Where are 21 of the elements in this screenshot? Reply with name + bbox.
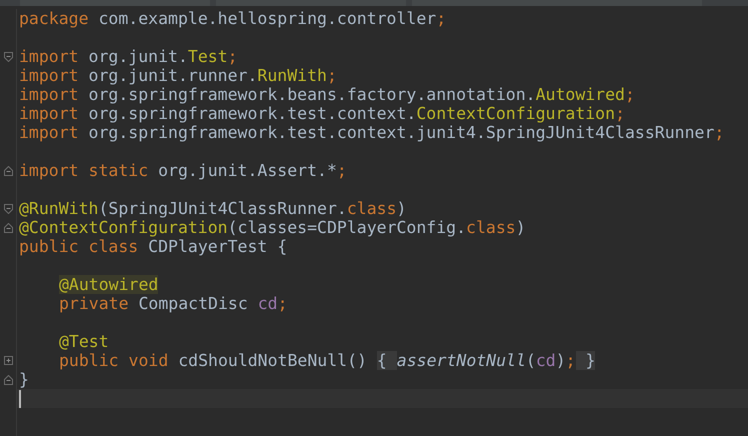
code-line: }: [19, 370, 29, 389]
fold-icon[interactable]: [4, 222, 12, 232]
code-line: @RunWith(SpringJUnit4ClassRunner.class): [19, 199, 406, 218]
text-cursor: [19, 390, 21, 408]
fold-icon[interactable]: [4, 204, 12, 214]
fold-icon[interactable]: [4, 52, 12, 62]
code-line: private CompactDisc cd;: [59, 294, 288, 313]
code-line: package com.example.hellospring.controller;: [19, 9, 446, 28]
fold-icon[interactable]: [4, 374, 12, 384]
code-line: public void cdShouldNotBeNull() { assertNotNull(cd); }: [59, 351, 596, 370]
fold-icon[interactable]: [4, 166, 12, 176]
code-line: import org.junit.Test;: [19, 47, 238, 66]
code-line: import org.springframework.beans.factory.annotation.Autowired;: [19, 85, 635, 104]
code-line: import static org.junit.Assert.*;: [19, 161, 347, 180]
code-line: import org.junit.runner.RunWith;: [19, 66, 337, 85]
expand-icon[interactable]: [4, 356, 12, 365]
code-line: public class CDPlayerTest {: [19, 237, 288, 256]
code-line: import org.springframework.test.context.ContextConfiguration;: [19, 104, 625, 123]
code-line: @ContextConfiguration(classes=CDPlayerConfig.class): [19, 218, 526, 237]
code-line: import org.springframework.test.context.junit4.SpringJUnit4ClassRunner;: [19, 123, 724, 142]
code-line: @Test: [59, 332, 109, 351]
